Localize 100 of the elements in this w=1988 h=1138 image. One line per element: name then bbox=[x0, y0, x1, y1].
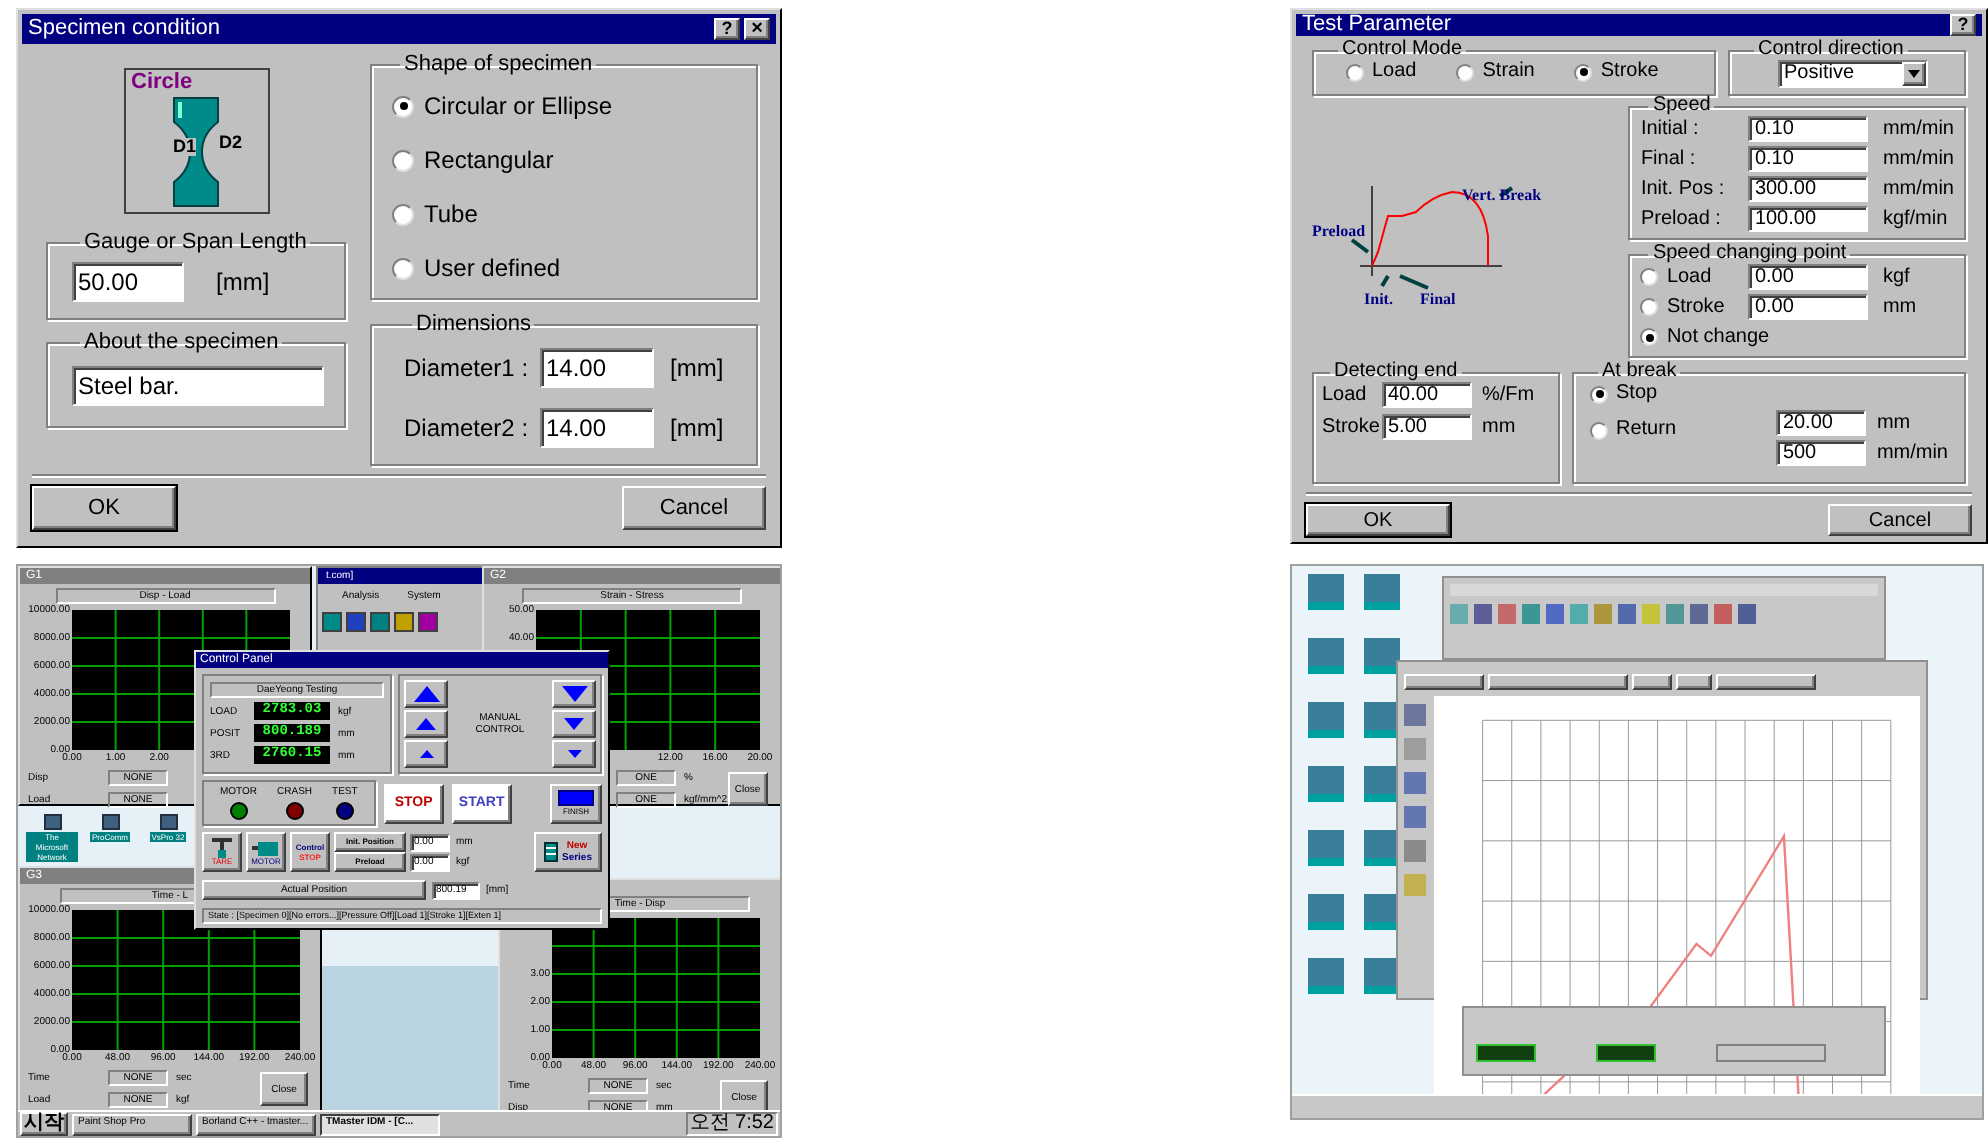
up-arrow-button[interactable] bbox=[404, 680, 448, 708]
start-button[interactable]: 시작 bbox=[20, 1112, 68, 1136]
radio-button[interactable] bbox=[1640, 298, 1659, 316]
press-icon bbox=[210, 838, 234, 858]
text-field[interactable]: 0.00 bbox=[1748, 264, 1869, 290]
up-arrow-button[interactable] bbox=[404, 740, 448, 768]
group-title: At break bbox=[1600, 362, 1679, 382]
option-label: Rectangular bbox=[424, 144, 554, 178]
diagram-label: Vert. Break bbox=[1462, 184, 1542, 208]
field-label: Init. Pos : bbox=[1640, 177, 1727, 201]
tab-strip-item[interactable] bbox=[1404, 674, 1484, 690]
text-field[interactable]: 40.00 bbox=[1382, 382, 1472, 408]
radio-button[interactable] bbox=[1590, 421, 1608, 439]
motor-icon bbox=[252, 839, 280, 857]
up-arrow-button[interactable] bbox=[404, 710, 448, 738]
text-field[interactable]: 20.00 bbox=[1776, 410, 1867, 436]
group-title: Gauge or Span Length bbox=[82, 230, 309, 254]
text-field[interactable]: 0.10 bbox=[1748, 146, 1869, 172]
desktop-icon[interactable] bbox=[159, 814, 177, 830]
text-field[interactable]: 300.00 bbox=[1748, 176, 1869, 202]
help-button[interactable]: ? bbox=[1950, 14, 1976, 36]
shape-caption: Circle bbox=[131, 72, 193, 94]
unit-label: mm/min bbox=[1882, 117, 1954, 141]
option-label: Tube bbox=[424, 198, 478, 232]
unit-label: [mm] bbox=[670, 412, 724, 446]
field-label: Diameter1 : bbox=[404, 352, 531, 386]
down-arrow-button[interactable] bbox=[552, 680, 596, 708]
option-label: Circular or Ellipse bbox=[424, 90, 613, 124]
desktop-icon[interactable] bbox=[101, 814, 119, 830]
group-title: Detecting end bbox=[1332, 362, 1460, 382]
text-field[interactable]: 50.00 bbox=[72, 262, 184, 302]
dialog-button[interactable]: OK bbox=[32, 486, 176, 530]
field-label: Initial : bbox=[1640, 117, 1701, 141]
unit-label: mm bbox=[1882, 295, 1917, 319]
unit-label: kgf/min bbox=[1882, 207, 1948, 231]
radio-button[interactable] bbox=[392, 203, 414, 225]
text-field[interactable]: Steel bar. bbox=[72, 366, 324, 406]
dialog-button[interactable]: Cancel bbox=[1828, 504, 1972, 536]
d1-label: D1 bbox=[173, 138, 197, 156]
dialog-button[interactable]: Cancel bbox=[622, 486, 766, 530]
readout-box bbox=[1716, 1044, 1826, 1062]
specimen-drawing bbox=[170, 94, 222, 210]
window-title: Specimen condition bbox=[28, 18, 221, 40]
down-arrow-button[interactable] bbox=[552, 710, 596, 738]
d2-label: D2 bbox=[219, 134, 243, 152]
option-label: User defined bbox=[424, 252, 561, 286]
group-title: Speed changing point bbox=[1650, 244, 1849, 264]
dialog-button[interactable]: OK bbox=[1306, 504, 1450, 536]
field-label: Stroke bbox=[1322, 415, 1382, 439]
radio-button[interactable] bbox=[392, 149, 414, 171]
option-label: Return bbox=[1616, 418, 1677, 442]
text-field[interactable]: 0.10 bbox=[1748, 116, 1869, 142]
field-label: Load bbox=[1322, 383, 1369, 407]
radio-button[interactable] bbox=[1574, 63, 1593, 81]
caret-icon bbox=[1902, 62, 1926, 86]
tab-strip-item[interactable] bbox=[1676, 674, 1712, 690]
led-display bbox=[1476, 1044, 1536, 1062]
clock: 오전 7:52 bbox=[685, 1112, 778, 1136]
down-arrow-button[interactable] bbox=[552, 740, 596, 768]
unit-label: kgf bbox=[1882, 265, 1910, 289]
option-label: Load bbox=[1666, 265, 1712, 289]
text-field[interactable]: 14.00 bbox=[540, 348, 654, 388]
text-field[interactable]: 0.00 bbox=[1748, 294, 1869, 320]
diagram-label: Final bbox=[1420, 288, 1456, 312]
radio-button[interactable] bbox=[392, 95, 414, 117]
radio-button[interactable] bbox=[1590, 385, 1608, 403]
diagram-label: Init. bbox=[1364, 288, 1393, 312]
option-label: Stroke bbox=[1600, 60, 1659, 84]
help-button[interactable]: ? bbox=[714, 18, 740, 40]
field-label: Diameter2 : bbox=[404, 412, 531, 446]
unit-label: mm bbox=[1876, 411, 1911, 435]
panel-icon bbox=[543, 842, 558, 862]
option-label: Load bbox=[1372, 60, 1417, 84]
text-field[interactable]: 500 bbox=[1776, 440, 1867, 466]
group-title: Speed bbox=[1650, 96, 1713, 116]
group-title: Dimensions bbox=[414, 312, 533, 336]
radio-button[interactable] bbox=[1456, 63, 1475, 81]
unit-label: mm/min bbox=[1882, 177, 1954, 201]
radio-button[interactable] bbox=[1346, 63, 1364, 81]
close-button[interactable]: × bbox=[744, 18, 770, 40]
group-title: Control Mode bbox=[1340, 40, 1465, 60]
desktop-icon[interactable] bbox=[43, 814, 61, 830]
radio-button[interactable] bbox=[392, 257, 414, 279]
radio-button[interactable] bbox=[1640, 328, 1659, 346]
up-triangle-icon bbox=[419, 750, 433, 758]
radio-button[interactable] bbox=[1640, 268, 1659, 286]
tab-strip-item[interactable] bbox=[1632, 674, 1672, 690]
unit-label: mm/min bbox=[1876, 441, 1948, 465]
text-field[interactable]: 5.00 bbox=[1382, 414, 1472, 440]
up-triangle-icon bbox=[413, 686, 439, 702]
field-label: Final : bbox=[1640, 147, 1698, 171]
text-field[interactable]: 100.00 bbox=[1748, 206, 1869, 232]
option-label: Not change bbox=[1666, 325, 1770, 349]
group-title: Shape of specimen bbox=[402, 52, 595, 76]
unit-label: mm/min bbox=[1882, 147, 1954, 171]
tab-strip-item[interactable] bbox=[1716, 674, 1816, 690]
text-field[interactable]: 14.00 bbox=[540, 408, 654, 448]
down-triangle-icon bbox=[561, 686, 587, 702]
tab-strip-item[interactable] bbox=[1488, 674, 1628, 690]
dropdown[interactable]: Positive bbox=[1778, 60, 1928, 88]
